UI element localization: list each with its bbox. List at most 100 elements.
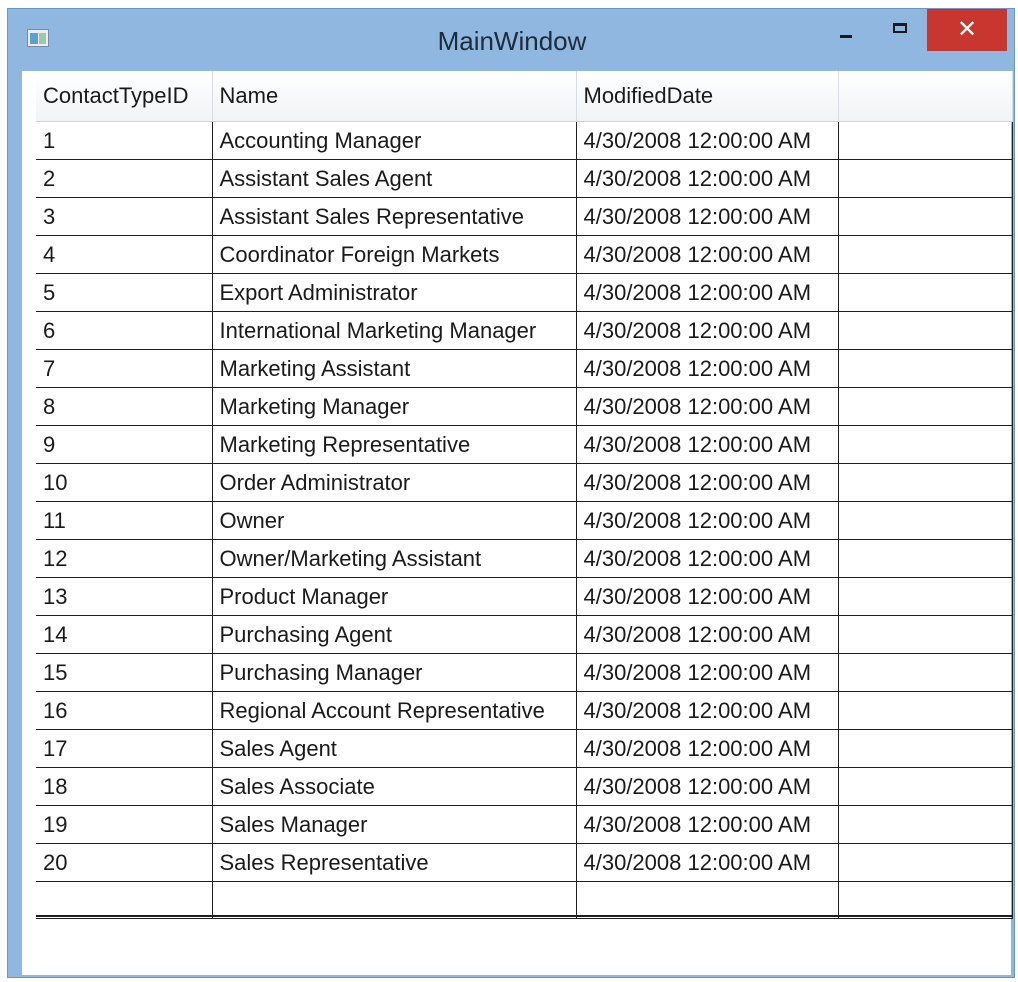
table-row[interactable]: 6 International Marketing Manager 4/30/200… bbox=[36, 311, 1013, 350]
cell-contacttypeid[interactable]: 20 bbox=[36, 843, 213, 882]
cell-modifieddate[interactable]: 4/30/2008 12:00:00 AM bbox=[576, 425, 839, 464]
cell-name[interactable]: Assistant Sales Agent bbox=[212, 159, 577, 198]
table-row[interactable]: 7 Marketing Assistant 4/30/2008 12:00:00 A… bbox=[36, 349, 1013, 388]
table-row[interactable]: 19 Sales Manager 4/30/2008 12:00:00 AM bbox=[36, 805, 1013, 844]
table-row[interactable]: 15 Purchasing Manager 4/30/2008 12:00:00 A… bbox=[36, 653, 1013, 692]
cell-filler bbox=[838, 539, 1013, 578]
cell-contacttypeid[interactable]: 8 bbox=[36, 387, 213, 426]
column-header-contacttypeid[interactable]: ContactTypeID bbox=[36, 71, 213, 122]
cell-filler bbox=[838, 349, 1013, 388]
cell-filler bbox=[838, 387, 1013, 426]
cell-modifieddate[interactable]: 4/30/2008 12:00:00 AM bbox=[576, 197, 839, 236]
cell-modifieddate[interactable]: 4/30/2008 12:00:00 AM bbox=[576, 387, 839, 426]
cell-name[interactable]: Sales Manager bbox=[212, 805, 577, 844]
cell-contacttypeid[interactable]: 4 bbox=[36, 235, 213, 274]
cell-contacttypeid[interactable]: 12 bbox=[36, 539, 213, 578]
cell-name[interactable]: Sales Representative bbox=[212, 843, 577, 882]
table-row[interactable]: 12 Owner/Marketing Assistant 4/30/2008 12:… bbox=[36, 539, 1013, 578]
cell-modifieddate[interactable]: 4/30/2008 12:00:00 AM bbox=[576, 805, 839, 844]
table-row[interactable]: 8 Marketing Manager 4/30/2008 12:00:00 AM bbox=[36, 387, 1013, 426]
cell-contacttypeid[interactable]: 5 bbox=[36, 273, 213, 312]
cell-contacttypeid[interactable]: 17 bbox=[36, 729, 213, 768]
cell-contacttypeid[interactable]: 16 bbox=[36, 691, 213, 730]
close-button[interactable]: ✕ bbox=[927, 9, 1007, 51]
column-header-modifieddate[interactable]: ModifiedDate bbox=[576, 71, 839, 122]
cell-name[interactable]: Marketing Assistant bbox=[212, 349, 577, 388]
header-row: ContactTypeID Name ModifiedDate bbox=[36, 71, 1013, 122]
cell-name[interactable]: Coordinator Foreign Markets bbox=[212, 235, 577, 274]
cell-contacttypeid[interactable]: 14 bbox=[36, 615, 213, 654]
cell-name[interactable]: Sales Agent bbox=[212, 729, 577, 768]
table-row[interactable]: 20 Sales Representative 4/30/2008 12:00:00… bbox=[36, 843, 1013, 882]
cell-name[interactable]: Order Administrator bbox=[212, 463, 577, 502]
title-bar[interactable]: MainWindow ✕ bbox=[8, 9, 1014, 71]
cell-name[interactable]: Sales Associate bbox=[212, 767, 577, 806]
cell-modifieddate[interactable]: 4/30/2008 12:00:00 AM bbox=[576, 235, 839, 274]
cell-contacttypeid[interactable]: 1 bbox=[36, 121, 213, 160]
cell-name[interactable]: Regional Account Representative bbox=[212, 691, 577, 730]
cell-name[interactable]: Export Administrator bbox=[212, 273, 577, 312]
table-row[interactable]: 3 Assistant Sales Representative 4/30/2008… bbox=[36, 197, 1013, 236]
cell-contacttypeid[interactable]: 10 bbox=[36, 463, 213, 502]
cell-name[interactable]: Accounting Manager bbox=[212, 121, 577, 160]
cell-contacttypeid[interactable]: 15 bbox=[36, 653, 213, 692]
cell-modifieddate[interactable]: 4/30/2008 12:00:00 AM bbox=[576, 615, 839, 654]
cell-name[interactable]: Purchasing Agent bbox=[212, 615, 577, 654]
cell-name[interactable]: Purchasing Manager bbox=[212, 653, 577, 692]
cell-contacttypeid[interactable]: 7 bbox=[36, 349, 213, 388]
table-row[interactable]: 17 Sales Agent 4/30/2008 12:00:00 AM bbox=[36, 729, 1013, 768]
maximize-button[interactable] bbox=[880, 9, 920, 49]
cell-contacttypeid[interactable]: 18 bbox=[36, 767, 213, 806]
cell-filler bbox=[838, 577, 1013, 616]
table-row[interactable]: 1 Accounting Manager 4/30/2008 12:00:00 AM bbox=[36, 121, 1013, 160]
cell-contacttypeid[interactable]: 19 bbox=[36, 805, 213, 844]
cell-name[interactable]: International Marketing Manager bbox=[212, 311, 577, 350]
cell-modifieddate[interactable]: 4/30/2008 12:00:00 AM bbox=[576, 539, 839, 578]
cell-filler bbox=[838, 121, 1013, 160]
cell-modifieddate[interactable]: 4/30/2008 12:00:00 AM bbox=[576, 463, 839, 502]
cell-contacttypeid[interactable]: 2 bbox=[36, 159, 213, 198]
cell-contacttypeid[interactable]: 13 bbox=[36, 577, 213, 616]
cell-name[interactable]: Owner/Marketing Assistant bbox=[212, 539, 577, 578]
table-row[interactable]: 18 Sales Associate 4/30/2008 12:00:00 AM bbox=[36, 767, 1013, 806]
column-header-name[interactable]: Name bbox=[212, 71, 577, 122]
table-row[interactable]: 10 Order Administrator 4/30/2008 12:00:00 … bbox=[36, 463, 1013, 502]
new-item-row[interactable] bbox=[36, 881, 1013, 919]
cell-modifieddate[interactable]: 4/30/2008 12:00:00 AM bbox=[576, 691, 839, 730]
cell-filler bbox=[838, 311, 1013, 350]
minimize-button[interactable] bbox=[828, 9, 868, 49]
cell-modifieddate[interactable]: 4/30/2008 12:00:00 AM bbox=[576, 121, 839, 160]
cell-filler bbox=[838, 159, 1013, 198]
cell-name[interactable]: Marketing Manager bbox=[212, 387, 577, 426]
cell-modifieddate[interactable]: 4/30/2008 12:00:00 AM bbox=[576, 729, 839, 768]
cell-modifieddate[interactable]: 4/30/2008 12:00:00 AM bbox=[576, 159, 839, 198]
cell-name[interactable]: Assistant Sales Representative bbox=[212, 197, 577, 236]
cell-modifieddate[interactable]: 4/30/2008 12:00:00 AM bbox=[576, 843, 839, 882]
cell-contacttypeid[interactable]: 3 bbox=[36, 197, 213, 236]
cell-modifieddate[interactable]: 4/30/2008 12:00:00 AM bbox=[576, 653, 839, 692]
cell-empty[interactable] bbox=[36, 881, 213, 919]
cell-modifieddate[interactable]: 4/30/2008 12:00:00 AM bbox=[576, 501, 839, 540]
table-row[interactable]: 13 Product Manager 4/30/2008 12:00:00 AM bbox=[36, 577, 1013, 616]
table-row[interactable]: 2 Assistant Sales Agent 4/30/2008 12:00:00… bbox=[36, 159, 1013, 198]
table-row[interactable]: 14 Purchasing Agent 4/30/2008 12:00:00 AM bbox=[36, 615, 1013, 654]
table-row[interactable]: 5 Export Administrator 4/30/2008 12:00:00 … bbox=[36, 273, 1013, 312]
cell-empty[interactable] bbox=[212, 881, 577, 919]
cell-name[interactable]: Product Manager bbox=[212, 577, 577, 616]
data-grid[interactable]: ContactTypeID Name ModifiedDate 1 Account… bbox=[36, 71, 1013, 919]
cell-modifieddate[interactable]: 4/30/2008 12:00:00 AM bbox=[576, 273, 839, 312]
table-row[interactable]: 11 Owner 4/30/2008 12:00:00 AM bbox=[36, 501, 1013, 540]
cell-empty[interactable] bbox=[576, 881, 839, 919]
cell-name[interactable]: Owner bbox=[212, 501, 577, 540]
cell-modifieddate[interactable]: 4/30/2008 12:00:00 AM bbox=[576, 349, 839, 388]
cell-name[interactable]: Marketing Representative bbox=[212, 425, 577, 464]
cell-contacttypeid[interactable]: 6 bbox=[36, 311, 213, 350]
table-row[interactable]: 4 Coordinator Foreign Markets 4/30/2008 12… bbox=[36, 235, 1013, 274]
cell-modifieddate[interactable]: 4/30/2008 12:00:00 AM bbox=[576, 577, 839, 616]
cell-contacttypeid[interactable]: 9 bbox=[36, 425, 213, 464]
cell-modifieddate[interactable]: 4/30/2008 12:00:00 AM bbox=[576, 767, 839, 806]
cell-modifieddate[interactable]: 4/30/2008 12:00:00 AM bbox=[576, 311, 839, 350]
cell-contacttypeid[interactable]: 11 bbox=[36, 501, 213, 540]
table-row[interactable]: 9 Marketing Representative 4/30/2008 12:00… bbox=[36, 425, 1013, 464]
table-row[interactable]: 16 Regional Account Representative 4/30/20… bbox=[36, 691, 1013, 730]
